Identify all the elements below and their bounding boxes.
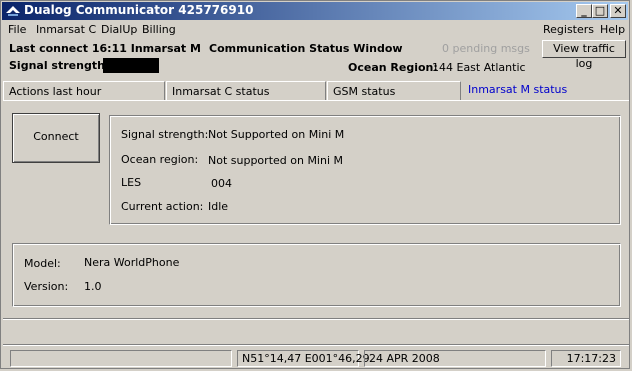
tab-strip: Actions last hour Inmarsat C status GSM …	[3, 79, 629, 101]
tab-gsm-status[interactable]: GSM status	[327, 81, 461, 101]
divider	[3, 344, 629, 346]
ocean-region-label: Ocean Region:	[348, 61, 438, 74]
tab-inmarsat-c-status[interactable]: Inmarsat C status	[166, 81, 326, 101]
version-value: 1.0	[84, 280, 102, 293]
menu-dialup[interactable]: DialUp	[101, 23, 137, 36]
status-bar-position: N51°14,47 E001°46,29	[237, 350, 370, 367]
signal-strength-row-value: Not Supported on Mini M	[208, 128, 345, 141]
menu-bar: File Inmarsat C DialUp Billing Registers…	[3, 21, 627, 39]
les-row-value: 004	[211, 177, 232, 190]
current-action-row-label: Current action:	[121, 200, 204, 213]
tab-actions-last-hour[interactable]: Actions last hour	[3, 81, 165, 101]
ocean-region-row-label: Ocean region:	[121, 153, 199, 166]
menu-help[interactable]: Help	[600, 23, 625, 36]
status-bar-date: 24 APR 2008	[364, 350, 546, 367]
model-value: Nera WorldPhone	[84, 256, 180, 269]
current-action-row-value: Idle	[208, 200, 229, 213]
close-button[interactable]: ✕	[610, 4, 626, 18]
close-icon: ✕	[613, 4, 623, 17]
pending-messages: 0 pending msgs	[442, 42, 530, 55]
status-group: Signal strength: Not Supported on Mini M…	[109, 115, 621, 225]
maximize-icon: □	[594, 4, 606, 17]
ocean-region-value: 144 East Atlantic	[432, 61, 526, 74]
application-window: Dualog Communicator 425776910 _ □ ✕ File…	[0, 0, 630, 369]
signal-strength-meter	[103, 58, 159, 73]
view-traffic-log-button[interactable]: View traffic log	[542, 40, 626, 70]
menu-registers[interactable]: Registers	[543, 23, 594, 36]
model-label: Model:	[24, 257, 61, 270]
menu-inmarsat-c[interactable]: Inmarsat C	[36, 23, 96, 36]
window-title: Dualog Communicator 425776910	[24, 3, 254, 17]
ocean-region-row-value: Not supported on Mini M	[208, 154, 344, 167]
divider	[3, 318, 629, 320]
menu-billing[interactable]: Billing	[142, 23, 176, 36]
tab-inmarsat-m-status[interactable]: Inmarsat M status	[462, 79, 628, 99]
signal-strength-label: Signal strength:	[9, 59, 110, 72]
signal-strength-row-label: Signal strength:	[121, 128, 209, 141]
les-row-label: LES	[121, 176, 142, 189]
connect-button[interactable]: Connect	[12, 113, 100, 163]
communication-status-title: Communication Status Window	[209, 42, 403, 55]
minimize-button[interactable]: _	[576, 4, 592, 18]
last-connect-label: Last connect 16:11 Inmarsat M	[9, 42, 201, 55]
menu-file[interactable]: File	[8, 23, 26, 36]
status-bar-time: 17:17:23	[551, 350, 621, 367]
minimize-icon: _	[581, 4, 587, 17]
device-info-group: Model: Nera WorldPhone Version: 1.0	[12, 243, 621, 307]
status-bar-message	[10, 350, 232, 367]
tab-panel: Connect Signal strength: Not Supported o…	[3, 100, 629, 316]
maximize-button[interactable]: □	[592, 4, 608, 18]
version-label: Version:	[24, 280, 69, 293]
title-bar[interactable]: Dualog Communicator 425776910 _ □ ✕	[2, 2, 628, 20]
app-logo-icon	[6, 6, 20, 16]
